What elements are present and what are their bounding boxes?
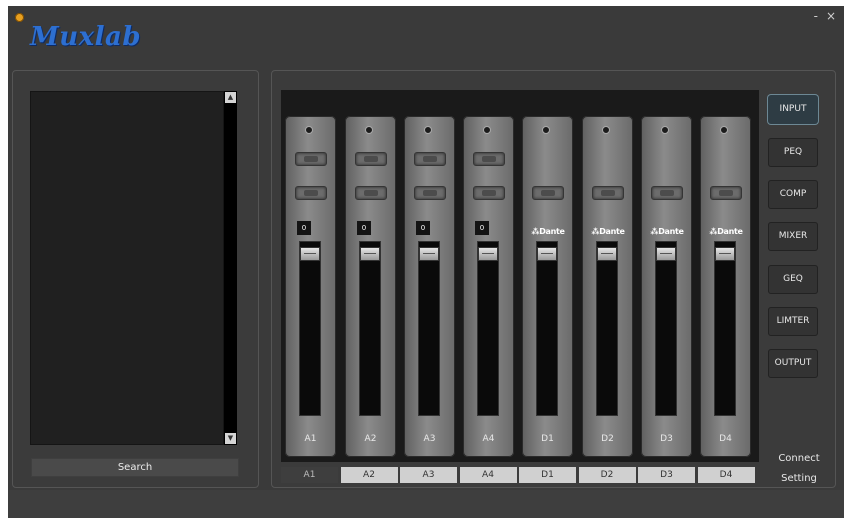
fader-track[interactable]	[714, 241, 736, 416]
fader-handle[interactable]	[656, 247, 676, 261]
fader-handle[interactable]	[597, 247, 617, 261]
status-bar	[8, 490, 844, 518]
fader-handle[interactable]	[537, 247, 557, 261]
tab-mixer[interactable]: MIXER	[768, 222, 818, 251]
signal-led-icon	[542, 126, 550, 134]
dante-logo: ⁂Dante	[709, 227, 743, 236]
close-button[interactable]: ×	[826, 10, 836, 22]
channel-strip-d2: ⁂Dante D2	[582, 116, 633, 457]
minimize-button[interactable]: -	[814, 10, 818, 22]
mute-button[interactable]	[295, 186, 327, 200]
channel-label: A1	[304, 434, 317, 444]
mute-button[interactable]	[592, 186, 624, 200]
signal-led-icon	[483, 126, 491, 134]
tab-output[interactable]: OUTPUT	[768, 349, 818, 378]
channel-strip-d1: ⁂Dante D1	[522, 116, 573, 457]
channel-label: A4	[482, 434, 495, 444]
mute-button[interactable]	[710, 186, 742, 200]
channel-strip-a1: 0 A1	[285, 116, 336, 457]
fader-handle[interactable]	[715, 247, 735, 261]
fader-track[interactable]	[418, 241, 440, 416]
fader-handle[interactable]	[300, 247, 320, 261]
fader-track[interactable]	[359, 241, 381, 416]
channel-label: A3	[423, 434, 436, 444]
signal-led-icon	[305, 126, 313, 134]
channel-label: A2	[364, 434, 377, 444]
channel-select-a4[interactable]: A4	[459, 467, 517, 483]
channel-label: D3	[660, 434, 673, 444]
phantom-power-button[interactable]	[355, 152, 387, 166]
channel-select-d4[interactable]: D4	[697, 467, 755, 483]
channel-select-d2[interactable]: D2	[578, 467, 636, 483]
dante-logo: ⁂Dante	[531, 227, 565, 236]
dante-logo: ⁂Dante	[591, 227, 625, 236]
channel-strip-d3: ⁂Dante D3	[641, 116, 692, 457]
tab-peq[interactable]: PEQ	[768, 138, 818, 167]
channel-strip-a2: 0 A2	[345, 116, 396, 457]
gain-value[interactable]: 0	[475, 221, 489, 235]
tab-geq[interactable]: GEQ	[768, 265, 818, 294]
channel-select-d1[interactable]: D1	[519, 467, 576, 483]
channel-select-a3[interactable]: A3	[400, 467, 457, 483]
phantom-power-button[interactable]	[295, 152, 327, 166]
channel-strip-area: 0 A1 0 A2 0 A3 0 A4 ⁂Dante D1 ⁂Dante D2 ⁂Dante D3 ⁂Dan…	[281, 90, 759, 462]
scroll-up-icon[interactable]: ▲	[225, 92, 236, 103]
channel-label: D2	[601, 434, 614, 444]
signal-led-icon	[661, 126, 669, 134]
fader-track[interactable]	[477, 241, 499, 416]
fader-track[interactable]	[596, 241, 618, 416]
signal-led-icon	[602, 126, 610, 134]
setting-label: Setting	[781, 473, 817, 484]
signal-led-icon	[720, 126, 728, 134]
channel-label: D4	[719, 434, 732, 444]
signal-led-icon	[365, 126, 373, 134]
dante-logo: ⁂Dante	[650, 227, 684, 236]
tab-limter[interactable]: LIMTER	[768, 307, 818, 336]
gain-value[interactable]: 0	[416, 221, 430, 235]
app-window: Muxlab - × ▲ ▼ Search 0 A1 0 A2 0 A3 0 A4 ⁂Dante…	[8, 6, 844, 518]
mute-button[interactable]	[532, 186, 564, 200]
tab-input[interactable]: INPUT	[768, 95, 818, 124]
fader-handle[interactable]	[419, 247, 439, 261]
channel-strip-a3: 0 A3	[404, 116, 455, 457]
title-bar: Muxlab - ×	[8, 6, 844, 66]
device-list-panel: ▲ ▼ Search	[12, 70, 259, 488]
logo-dot-icon	[15, 13, 24, 22]
mute-button[interactable]	[473, 186, 505, 200]
scroll-down-icon[interactable]: ▼	[225, 433, 236, 444]
device-list[interactable]	[30, 91, 224, 445]
fader-handle[interactable]	[360, 247, 380, 261]
fader-track[interactable]	[299, 241, 321, 416]
fader-track[interactable]	[536, 241, 558, 416]
search-button[interactable]: Search	[31, 458, 239, 477]
channel-strip-a4: 0 A4	[463, 116, 514, 457]
fader-track[interactable]	[655, 241, 677, 416]
channel-select-a1[interactable]: A1	[281, 467, 338, 483]
fader-handle[interactable]	[478, 247, 498, 261]
gain-value[interactable]: 0	[297, 221, 311, 235]
mixer-panel: 0 A1 0 A2 0 A3 0 A4 ⁂Dante D1 ⁂Dante D2 ⁂Dante D3 ⁂Dan…	[271, 70, 836, 488]
connect-label: Connect	[778, 453, 820, 464]
tab-comp[interactable]: COMP	[768, 180, 818, 209]
channel-strip-d4: ⁂Dante D4	[700, 116, 751, 457]
mute-button[interactable]	[355, 186, 387, 200]
channel-select-a2[interactable]: A2	[340, 467, 398, 483]
mute-button[interactable]	[651, 186, 683, 200]
gain-value[interactable]: 0	[357, 221, 371, 235]
connect-setting-button[interactable]: Connect Setting	[768, 449, 830, 489]
device-list-scrollbar[interactable]: ▲ ▼	[224, 91, 237, 445]
phantom-power-button[interactable]	[473, 152, 505, 166]
phantom-power-button[interactable]	[414, 152, 446, 166]
mute-button[interactable]	[414, 186, 446, 200]
muxlab-logo: Muxlab	[30, 22, 142, 52]
channel-label: D1	[541, 434, 554, 444]
channel-select-d3[interactable]: D3	[638, 467, 695, 483]
signal-led-icon	[424, 126, 432, 134]
